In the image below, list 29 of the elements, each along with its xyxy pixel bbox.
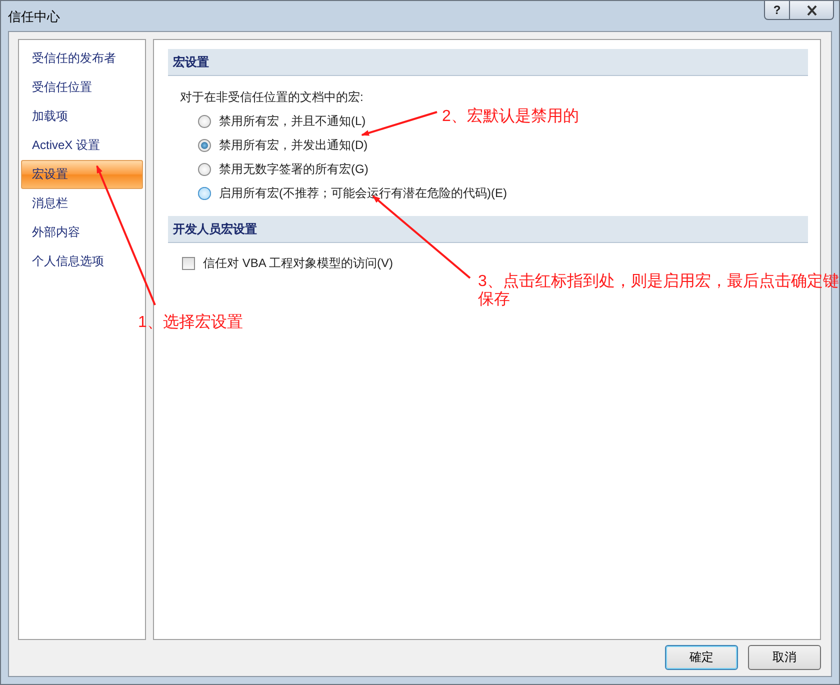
sidebar-item[interactable]: 宏设置 (21, 160, 143, 189)
sidebar-item[interactable]: 受信任的发布者 (21, 44, 143, 73)
option-label: 禁用所有宏，并发出通知(D) (219, 136, 368, 154)
radio-button[interactable] (198, 186, 211, 200)
sidebar-item[interactable]: 外部内容 (21, 218, 143, 247)
radio-button[interactable] (198, 162, 211, 176)
window-title: 信任中心 (8, 8, 61, 26)
cancel-button[interactable]: 取消 (748, 645, 821, 670)
option-label: 禁用无数字签署的所有宏(G) (219, 160, 368, 178)
checkbox-label: 信任对 VBA 工程对象模型的访问(V) (203, 255, 394, 272)
sidebar-item[interactable]: 受信任位置 (21, 73, 143, 102)
section-header: 宏设置 (168, 49, 808, 76)
option-label: 禁用所有宏，并且不通知(L) (219, 112, 366, 130)
close-icon (806, 4, 818, 16)
sidebar-item[interactable]: 个人信息选项 (21, 247, 143, 276)
radio-button[interactable] (198, 114, 211, 128)
section-header: 开发人员宏设置 (168, 216, 808, 243)
annotation-text: 2、宏默认是禁用的 (442, 108, 579, 126)
close-button[interactable] (790, 1, 834, 20)
annotation-text: 1、选择宏设置 (138, 314, 243, 332)
ok-button[interactable]: 確定 (665, 645, 738, 670)
sidebar-item[interactable]: ActiveX 设置 (21, 131, 143, 160)
annotation-text: 3、点击红标指到处，则是启用宏，最后点击确定键 保存 (478, 273, 839, 309)
checkbox[interactable] (182, 257, 195, 270)
sidebar-item[interactable]: 消息栏 (21, 189, 143, 218)
sidebar-item[interactable]: 加载项 (21, 102, 143, 131)
radio-button[interactable] (198, 138, 211, 152)
option-prompt: 对于在非受信任位置的文档中的宏: (180, 89, 364, 106)
help-button[interactable]: ? (764, 1, 790, 20)
